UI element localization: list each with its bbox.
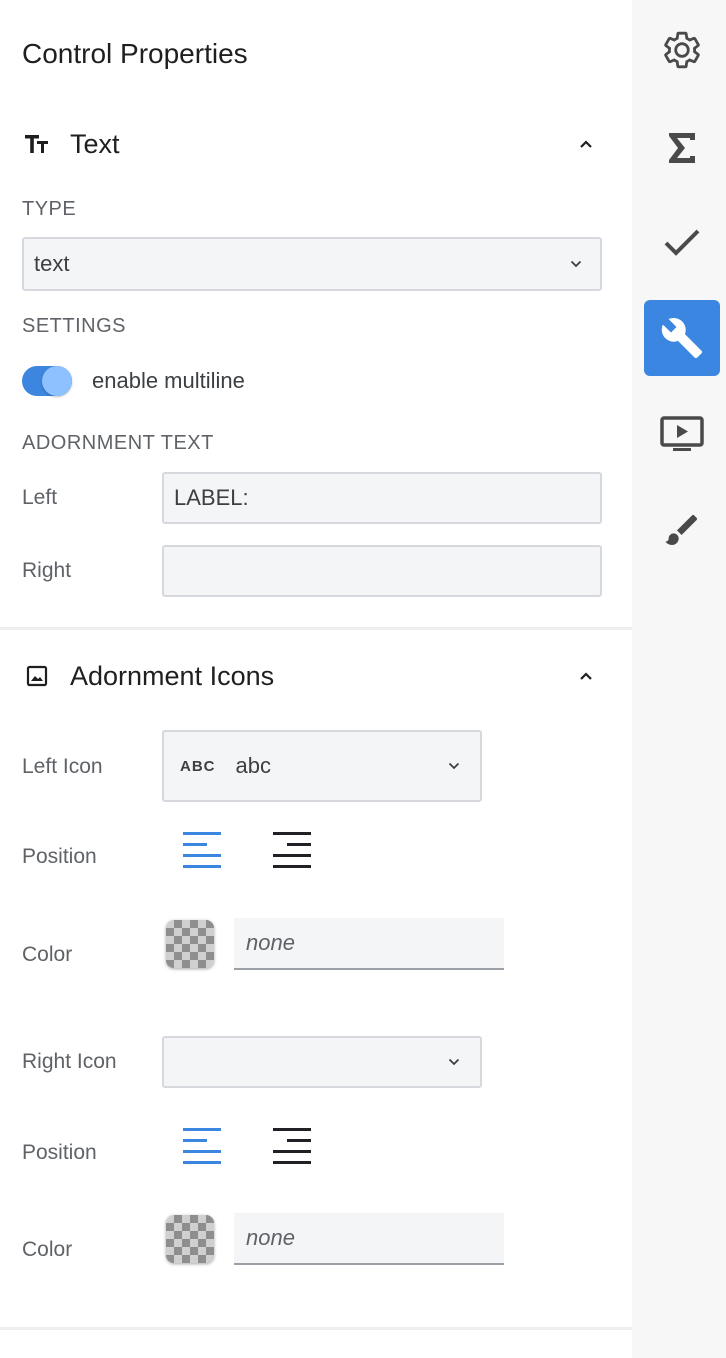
tool-rail	[632, 0, 726, 1358]
collapse-icons-section-icon[interactable]	[574, 664, 598, 688]
left-color-input[interactable]	[234, 918, 504, 970]
type-select-value: text	[34, 251, 70, 276]
align-left-icon	[183, 1128, 221, 1164]
right-color-label: Color	[22, 1238, 73, 1261]
preview-rail-button[interactable]	[644, 396, 720, 472]
align-right-button[interactable]	[272, 1126, 312, 1166]
type-select[interactable]: text	[22, 237, 602, 291]
align-right-button[interactable]	[272, 830, 312, 870]
adornment-icons-title: Adornment Icons	[70, 660, 275, 691]
right-icon-label: Right Icon	[22, 1050, 117, 1073]
abc-icon: ABC	[180, 757, 216, 775]
page-title: Control Properties	[22, 38, 248, 69]
gear-icon	[664, 31, 700, 69]
settings-label: SETTINGS	[22, 315, 127, 337]
right-position-label: Position	[22, 1141, 97, 1164]
brush-icon	[665, 514, 698, 545]
image-icon	[22, 661, 52, 691]
left-icon-label: Left Icon	[22, 755, 103, 778]
adornment-text-label: ADORNMENT TEXT	[22, 432, 214, 454]
collapse-text-section-icon[interactable]	[574, 132, 598, 156]
left-adornment-input[interactable]	[162, 472, 602, 524]
left-color-swatch[interactable]	[166, 920, 214, 968]
toggle-knob	[42, 366, 72, 396]
align-left-icon	[183, 832, 221, 868]
text-fields-icon	[22, 129, 52, 159]
align-right-icon	[273, 1128, 311, 1164]
align-left-button[interactable]	[182, 1126, 222, 1166]
left-position-label: Position	[22, 845, 97, 868]
adornment-icons-section-header[interactable]: Adornment Icons	[22, 656, 612, 696]
align-left-button[interactable]	[182, 830, 222, 870]
style-rail-button[interactable]	[644, 492, 720, 568]
right-text-label: Right	[22, 559, 72, 582]
validation-rail-button[interactable]	[644, 204, 720, 280]
chevron-down-icon	[568, 256, 584, 272]
left-text-label: Left	[22, 486, 58, 509]
control-properties-panel: Control Properties Text TYPE text SETTIN…	[0, 0, 632, 1358]
multiline-toggle[interactable]	[22, 364, 74, 398]
right-color-swatch[interactable]	[166, 1215, 214, 1263]
section-divider	[0, 1327, 632, 1330]
sigma-icon	[669, 133, 695, 163]
section-divider	[0, 627, 632, 630]
check-icon	[664, 229, 700, 256]
chevron-down-icon	[446, 758, 462, 774]
text-section-title: Text	[70, 128, 120, 159]
right-adornment-input[interactable]	[162, 545, 602, 597]
wrench-icon	[661, 318, 703, 359]
right-color-input[interactable]	[234, 1213, 504, 1265]
text-section-header[interactable]: Text	[22, 124, 612, 164]
formula-rail-button[interactable]	[644, 110, 720, 186]
align-right-icon	[273, 832, 311, 868]
left-icon-select[interactable]: ABC abc	[162, 730, 482, 802]
left-color-label: Color	[22, 943, 73, 966]
type-label: TYPE	[22, 198, 77, 220]
multiline-label: enable multiline	[92, 368, 245, 393]
right-icon-select[interactable]	[162, 1036, 482, 1088]
left-icon-value: abc	[235, 753, 271, 778]
properties-rail-button[interactable]	[644, 300, 720, 376]
preview-icon	[660, 416, 704, 451]
settings-rail-button[interactable]	[644, 12, 720, 88]
chevron-down-icon	[446, 1054, 462, 1070]
